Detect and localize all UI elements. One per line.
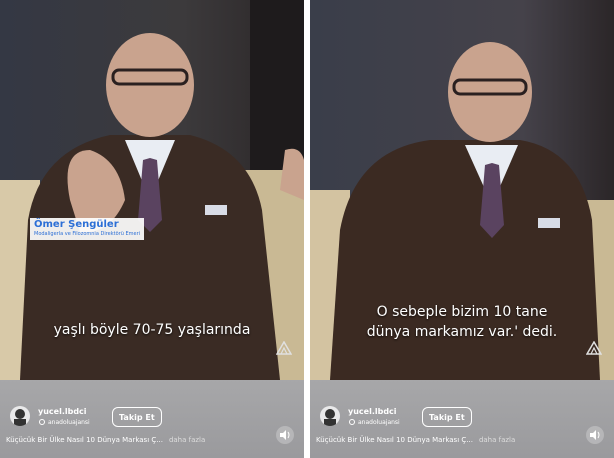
avatar-icon[interactable] [10, 406, 30, 426]
speaker-name-tag: Ömer Şengüler Modaligerla ve Filozomnia … [30, 218, 145, 240]
speaker-name: Ömer Şengüler [34, 219, 119, 230]
follow-button[interactable]: Takip Et [112, 407, 162, 427]
video-subtitle: O sebeple bizim 10 tane dünya markamız v… [310, 302, 614, 342]
video-caption[interactable]: Küçücük Bir Ülke Nasıl 10 Dünya Markası … [316, 436, 515, 444]
account-username[interactable]: yucel.lbdci [38, 407, 87, 416]
caption-more-link[interactable]: daha fazla [169, 436, 205, 444]
caption-more-link[interactable]: daha fazla [479, 436, 515, 444]
video-caption[interactable]: Küçücük Bir Ülke Nasıl 10 Dünya Markası … [6, 436, 205, 444]
speaker-icon [280, 430, 290, 440]
sound-button[interactable] [276, 426, 294, 444]
subtitle-line-2: dünya markamız var.' dedi. [366, 324, 558, 340]
sound-button[interactable] [586, 426, 604, 444]
video-subtitle: yaşlı böyle 70-75 yaşlarında [53, 322, 251, 338]
aa-logo-icon [275, 340, 293, 355]
account-username[interactable]: yucel.lbdci [348, 407, 397, 416]
account-handle: anadoluajansi [48, 419, 90, 426]
avatar-icon[interactable] [320, 406, 340, 426]
aa-logo-icon [585, 340, 603, 355]
follow-button[interactable]: Takip Et [422, 407, 472, 427]
caption-text: Küçücük Bir Ülke Nasıl 10 Dünya Markası … [6, 436, 163, 444]
video-panel-right[interactable]: O sebeple bizim 10 tane dünya markamız v… [310, 0, 614, 458]
video-info-bar: yucel.lbdci anadoluajansi Takip Et Küçüc… [310, 380, 614, 458]
video-info-bar: yucel.lbdci anadoluajansi Takip Et Küçüc… [0, 380, 304, 458]
music-icon [349, 419, 355, 425]
video-panel-left[interactable]: Ömer Şengüler Modaligerla ve Filozomnia … [0, 0, 304, 458]
caption-text: Küçücük Bir Ülke Nasıl 10 Dünya Markası … [316, 436, 473, 444]
speaker-title: Modaligerla ve Filozomnia Direktörü Emer… [34, 231, 141, 237]
subtitle-line-1: O sebeple bizim 10 tane [376, 304, 548, 320]
speaker-icon [590, 430, 600, 440]
account-handle: anadoluajansi [358, 419, 400, 426]
music-icon [39, 419, 45, 425]
